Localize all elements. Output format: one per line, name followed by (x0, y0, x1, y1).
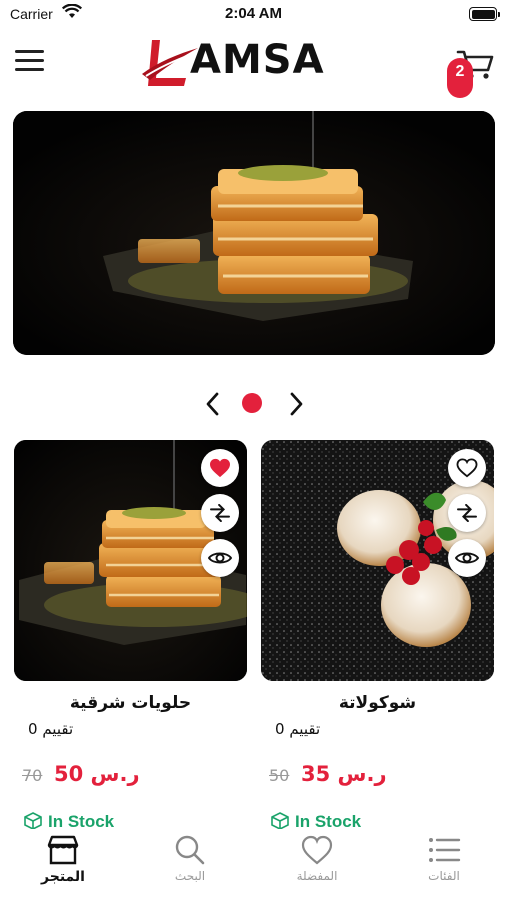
price-row: 70 ر.س 50 (22, 762, 242, 790)
product-image[interactable] (14, 440, 247, 681)
search-icon (175, 835, 205, 865)
hero-banner[interactable] (13, 111, 495, 355)
eye-icon (208, 552, 232, 564)
product-rating: تقييم 0 (28, 720, 74, 738)
app-header: AMSA (0, 30, 507, 100)
menu-icon[interactable] (15, 50, 47, 78)
logo-text: AMSA (190, 37, 325, 83)
product-image[interactable] (261, 440, 494, 681)
quick-view-button[interactable] (201, 539, 239, 577)
carousel-prev-icon[interactable] (203, 390, 223, 418)
stock-status: In Stock (271, 812, 361, 830)
store-icon (47, 835, 79, 865)
favorite-button[interactable] (201, 449, 239, 487)
cart-count-badge[interactable]: 2 (447, 58, 473, 98)
carousel-next-icon[interactable] (286, 390, 306, 418)
battery-icon (469, 7, 500, 21)
status-bar: Carrier 2:04 AM (0, 0, 507, 30)
product-rating: تقييم 0 (275, 720, 321, 738)
heart-outline-icon (456, 458, 478, 478)
brand-logo: AMSA (140, 34, 360, 92)
product-title[interactable]: حلويات شرقية (14, 693, 247, 713)
tab-favorites[interactable]: المفضلة (254, 829, 380, 900)
current-price: ر.س 50 (54, 762, 140, 786)
clock: 2:04 AM (225, 5, 282, 22)
tab-label: المتجر (41, 869, 85, 885)
product-title[interactable]: شوكولاتة (261, 693, 494, 713)
box-icon (24, 812, 42, 830)
compare-button[interactable] (201, 494, 239, 532)
tab-store[interactable]: المتجر (0, 829, 126, 900)
heart-filled-icon (210, 458, 230, 478)
tab-search[interactable]: البحث (127, 829, 253, 900)
banner-dessert-image (13, 111, 495, 355)
box-icon (271, 812, 289, 830)
eye-icon (455, 552, 479, 564)
compare-button[interactable] (448, 494, 486, 532)
current-price: ر.س 35 (301, 762, 387, 786)
carousel-indicator-dot[interactable] (242, 393, 262, 413)
compare-arrows-icon (457, 504, 477, 522)
old-price: 70 (22, 766, 43, 785)
product-card[interactable]: حلويات شرقية تقييم 0 70 ر.س 50 In Stock (14, 440, 247, 830)
compare-arrows-icon (210, 504, 230, 522)
heart-icon (301, 835, 333, 865)
tab-label: المفضلة (296, 869, 338, 883)
tab-categories[interactable]: الفئات (381, 829, 507, 900)
stock-label: In Stock (295, 812, 362, 830)
list-icon (429, 838, 461, 862)
tab-label: البحث (174, 869, 206, 883)
stock-label: In Stock (48, 812, 115, 830)
price-row: 50 ر.س 35 (269, 762, 489, 790)
old-price: 50 (269, 766, 290, 785)
bottom-tab-bar: المتجر البحث المفضلة الفئات (0, 829, 507, 900)
stock-status: In Stock (24, 812, 114, 830)
favorite-button[interactable] (448, 449, 486, 487)
product-card[interactable]: شوكولاتة تقييم 0 50 ر.س 35 In Stock (261, 440, 494, 830)
quick-view-button[interactable] (448, 539, 486, 577)
tab-label: الفئات (428, 869, 460, 883)
